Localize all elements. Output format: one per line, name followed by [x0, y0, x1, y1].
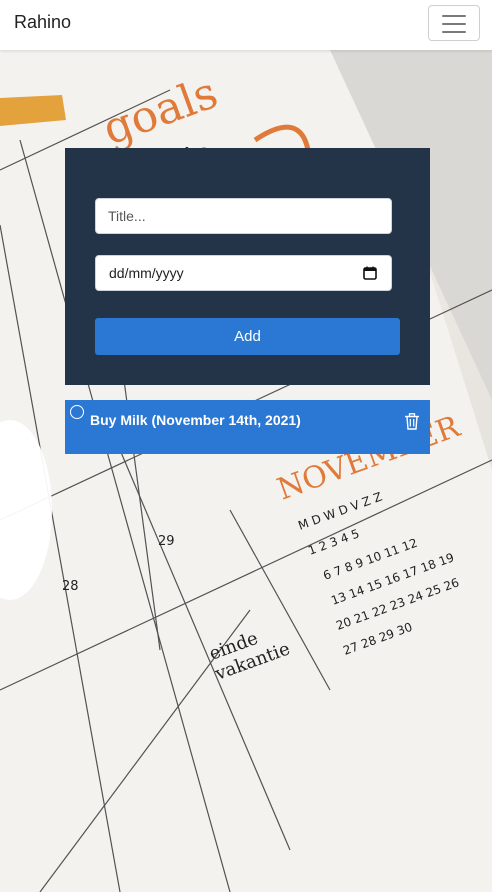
add-button[interactable]: Add: [95, 318, 400, 355]
todo-item-label: Buy Milk (November 14th, 2021): [90, 412, 301, 428]
date-input[interactable]: dd/mm/yyyy: [95, 255, 392, 291]
trash-icon[interactable]: [404, 413, 420, 430]
hamburger-menu-icon: [442, 15, 466, 17]
svg-text:28: 28: [62, 579, 79, 594]
calendar-icon[interactable]: [363, 266, 377, 280]
svg-text:29: 29: [158, 534, 175, 549]
navbar-brand[interactable]: Rahino: [14, 12, 71, 33]
navbar: Rahino: [0, 0, 492, 50]
title-input[interactable]: [95, 198, 392, 234]
add-todo-form: dd/mm/yyyy Add: [65, 148, 430, 385]
navbar-toggler-button[interactable]: [428, 5, 480, 41]
todo-item: Buy Milk (November 14th, 2021): [65, 400, 430, 454]
hamburger-menu-icon-bar: [442, 31, 466, 33]
hamburger-menu-icon-bar: [442, 23, 466, 25]
date-input-value: dd/mm/yyyy: [109, 265, 184, 281]
complete-toggle-radio[interactable]: [70, 405, 84, 419]
